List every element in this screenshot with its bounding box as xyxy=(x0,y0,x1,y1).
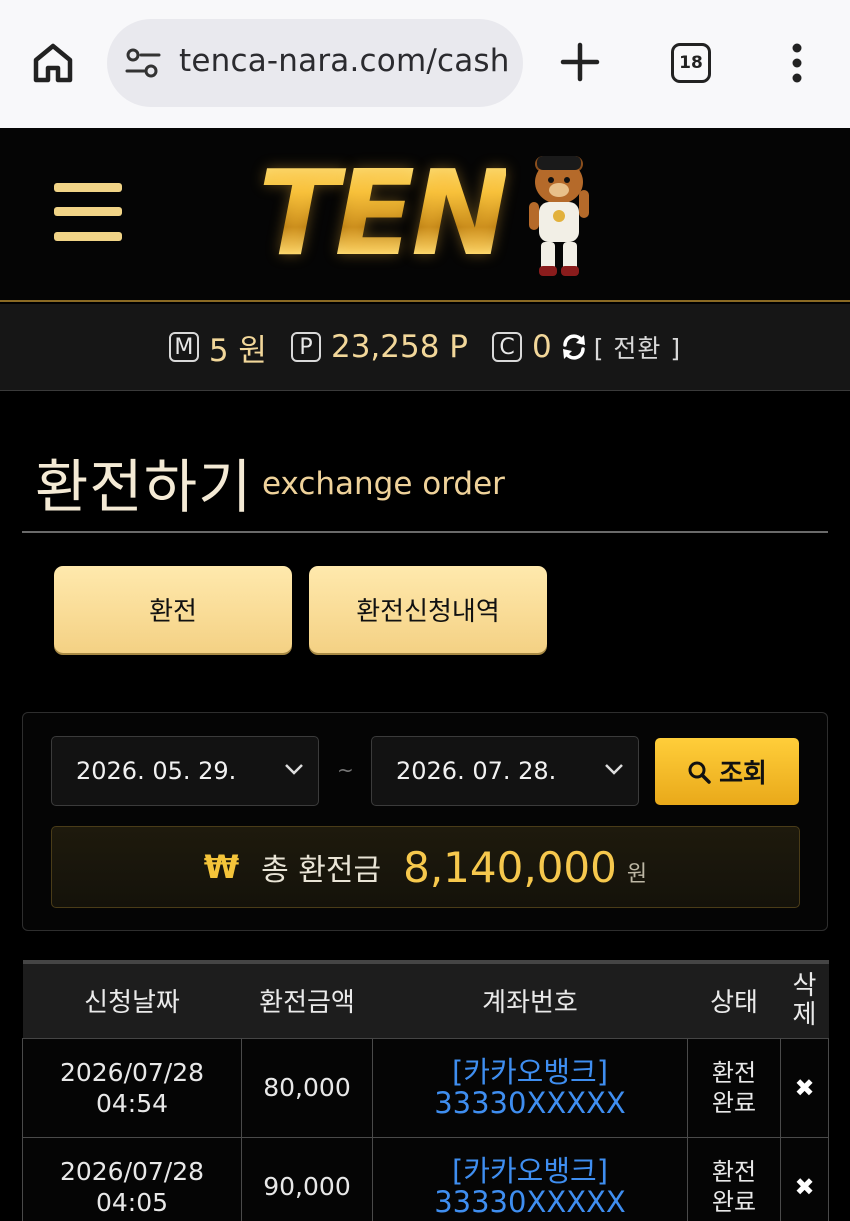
header-amount: 환전금액 xyxy=(241,960,373,1039)
tab-switcher-icon[interactable]: 18 xyxy=(671,43,711,83)
won-icon: ₩ xyxy=(203,848,240,886)
chevron-down-icon xyxy=(285,764,303,775)
row-bank: [카카오뱅크] xyxy=(451,1153,609,1188)
total-unit: 원 xyxy=(626,862,648,887)
cell-status: 환전 완료 xyxy=(687,1136,781,1221)
header-account: 계좌번호 xyxy=(372,960,688,1039)
site-logo[interactable]: TEN xyxy=(258,143,510,283)
row-time: 04:05 xyxy=(95,1187,169,1217)
browser-toolbar: tenca-nara.com/cash 18 xyxy=(0,0,850,128)
date-to-value: 2026. 07. 28. xyxy=(396,757,557,785)
cell-date: 2026/07/28 04:05 xyxy=(22,1136,242,1221)
row-time: 04:54 xyxy=(95,1088,169,1118)
bear-mascot-icon xyxy=(529,156,589,276)
search-label: 조회 xyxy=(719,759,767,789)
header-delete-label: 삭제 xyxy=(792,970,817,1030)
row-account: 33330XXXXX xyxy=(434,1184,626,1219)
point-badge: P xyxy=(290,332,321,362)
close-icon[interactable]: ✖ xyxy=(794,1173,814,1201)
search-button[interactable]: 조회 xyxy=(655,738,799,805)
cell-date: 2026/07/28 04:54 xyxy=(22,1037,242,1138)
row-status-2: 완료 xyxy=(711,1088,757,1117)
point-balance: P 23,258 P xyxy=(290,329,468,365)
row-date: 2026/07/28 xyxy=(59,1057,205,1087)
hamburger-icon[interactable] xyxy=(54,183,122,241)
row-status-2: 완료 xyxy=(711,1187,757,1216)
row-status-1: 환전 xyxy=(711,1157,757,1186)
address-bar[interactable]: tenca-nara.com/cash xyxy=(107,19,523,107)
coin-balance: C 0 [ 전환 ] xyxy=(492,329,681,365)
point-value: 23,258 P xyxy=(330,329,468,365)
tune-icon[interactable] xyxy=(125,47,161,79)
coin-value: 0 xyxy=(532,329,552,365)
money-badge: M xyxy=(168,332,199,362)
row-account: 33330XXXXX xyxy=(434,1085,626,1120)
cell-account: [카카오뱅크] 33330XXXXX xyxy=(372,1136,688,1221)
table-row: 2026/07/28 04:54 80,000 [카카오뱅크] 33330XXXXX… xyxy=(22,1037,829,1138)
row-status-1: 환전 xyxy=(711,1058,757,1087)
tab-exchange[interactable]: 환전 xyxy=(54,566,292,653)
total-exchange-box: ₩ 총 환전금 8,140,000 원 xyxy=(51,826,800,908)
date-to-select[interactable]: 2026. 07. 28. xyxy=(371,736,639,806)
cell-delete: ✖ xyxy=(780,1037,829,1138)
exchange-history-table: 신청날짜 환전금액 계좌번호 상태 삭제 2026/07/28 04:54 80,… xyxy=(22,960,829,1221)
chevron-down-icon xyxy=(605,764,623,775)
page-subtitle: exchange order xyxy=(262,466,505,502)
tab-exchange-history[interactable]: 환전신청내역 xyxy=(309,566,547,653)
cell-account: [카카오뱅크] 33330XXXXX xyxy=(372,1037,688,1138)
row-bank: [카카오뱅크] xyxy=(451,1054,609,1089)
table-row: 2026/07/28 04:05 90,000 [카카오뱅크] 33330XXXXX… xyxy=(22,1136,829,1221)
total-value: 8,140,000 xyxy=(403,842,617,892)
more-vert-icon[interactable] xyxy=(788,42,806,84)
table-header-row: 신청날짜 환전금액 계좌번호 상태 삭제 xyxy=(22,960,829,1039)
title-divider xyxy=(22,531,828,533)
search-icon xyxy=(688,761,711,784)
close-icon[interactable]: ✖ xyxy=(794,1074,814,1102)
url-text: tenca-nara.com/cash xyxy=(179,43,510,79)
row-date: 2026/07/28 xyxy=(59,1156,205,1186)
page-title: 환전하기 xyxy=(35,453,253,521)
date-from-value: 2026. 05. 29. xyxy=(76,757,237,785)
total-label: 총 환전금 xyxy=(261,853,382,888)
header-date: 신청날짜 xyxy=(22,960,242,1039)
balance-bar: M 5 원 P 23,258 P C 0 [ 전환 ] xyxy=(0,304,850,391)
refresh-icon[interactable] xyxy=(560,333,588,361)
header-status: 상태 xyxy=(687,960,781,1039)
coin-badge: C xyxy=(492,332,522,362)
header-delete: 삭제 xyxy=(780,960,829,1039)
date-from-select[interactable]: 2026. 05. 29. xyxy=(51,736,319,806)
swap-button[interactable]: [ 전환 ] xyxy=(594,329,681,365)
money-balance: M 5 원 xyxy=(168,325,267,370)
cell-amount: 80,000 xyxy=(241,1037,373,1138)
tab-count: 18 xyxy=(679,53,703,73)
cell-amount: 90,000 xyxy=(241,1136,373,1221)
cell-status: 환전 완료 xyxy=(687,1037,781,1138)
plus-icon[interactable] xyxy=(560,42,600,82)
home-icon[interactable] xyxy=(30,40,76,86)
money-value: 5 원 xyxy=(208,332,267,369)
date-separator: ~ xyxy=(337,758,354,782)
cell-delete: ✖ xyxy=(780,1136,829,1221)
